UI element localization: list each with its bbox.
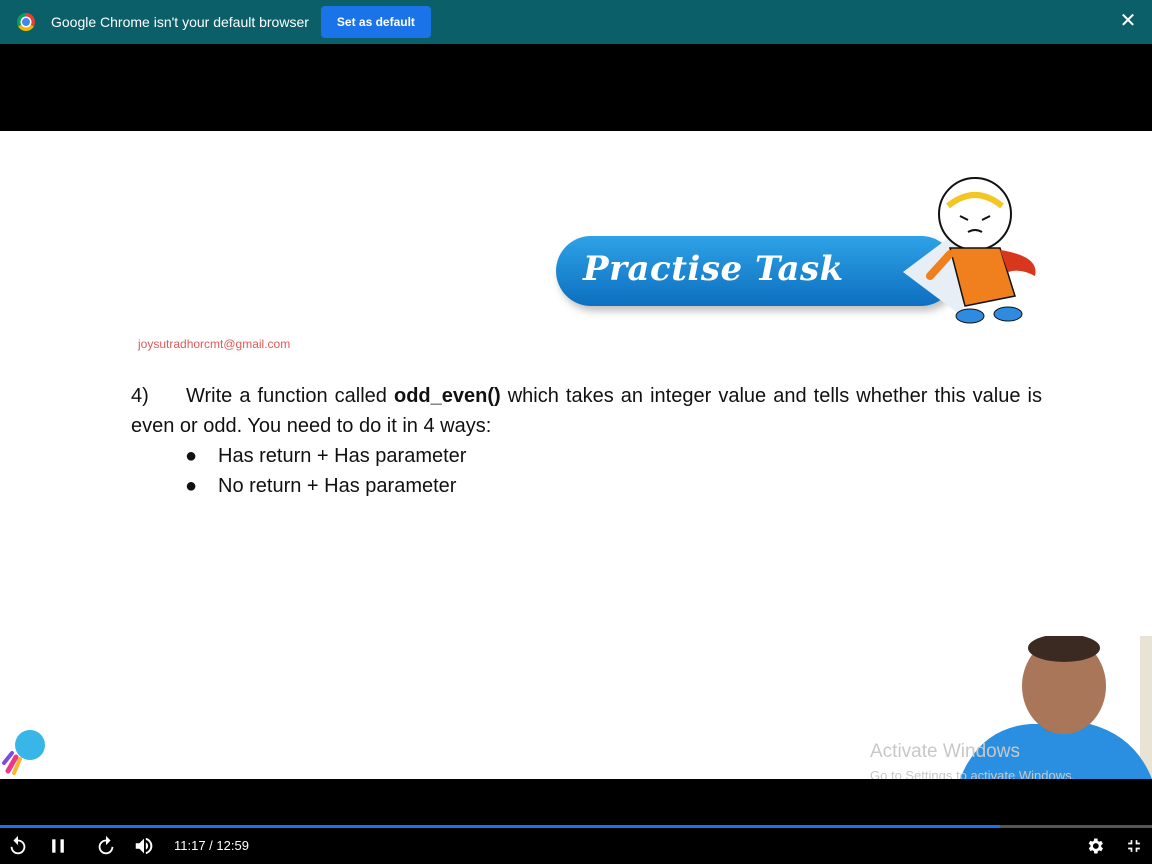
task-text-before: Write a function called: [186, 385, 394, 407]
settings-icon[interactable]: [1083, 834, 1107, 858]
task-description: 4) Write a function called odd_even() whi…: [131, 381, 1042, 441]
windows-activation-subtitle: Go to Settings to activate Windows.: [870, 768, 1076, 779]
windows-activation-title: Activate Windows: [870, 741, 1020, 762]
pause-icon[interactable]: [46, 834, 70, 858]
replay-icon[interactable]: [6, 834, 30, 858]
set-as-default-button[interactable]: Set as default: [320, 6, 431, 38]
slide: Practise Task joysutradhorcmt@gmail.com …: [0, 131, 1152, 779]
forward-icon[interactable]: [94, 834, 118, 858]
superhero-mascot-icon: [926, 177, 1036, 324]
banner-title: Practise Task: [583, 249, 844, 289]
chrome-logo-icon: [17, 13, 35, 31]
default-browser-infobar: Google Chrome isn't your default browser…: [0, 0, 1152, 44]
playback-time: 11:17 / 12:59: [174, 838, 249, 853]
volume-icon[interactable]: [132, 834, 156, 858]
infobar-message: Google Chrome isn't your default browser: [51, 14, 309, 30]
list-item: ● No return + Has parameter: [185, 475, 457, 497]
task-bullet-list: ● Has return + Has parameter ● No return +…: [185, 441, 466, 501]
brand-logo-icon: [2, 730, 45, 775]
list-item: ● Has return + Has parameter: [185, 445, 467, 467]
exit-fullscreen-icon[interactable]: [1122, 834, 1146, 858]
task-number: 4): [131, 385, 149, 407]
close-icon[interactable]: ✕: [1118, 11, 1138, 31]
author-email: joysutradhorcmt@gmail.com: [138, 337, 291, 351]
task-function-name: odd_even(): [393, 385, 501, 407]
player-controls: 11:17 / 12:59: [0, 828, 1152, 864]
